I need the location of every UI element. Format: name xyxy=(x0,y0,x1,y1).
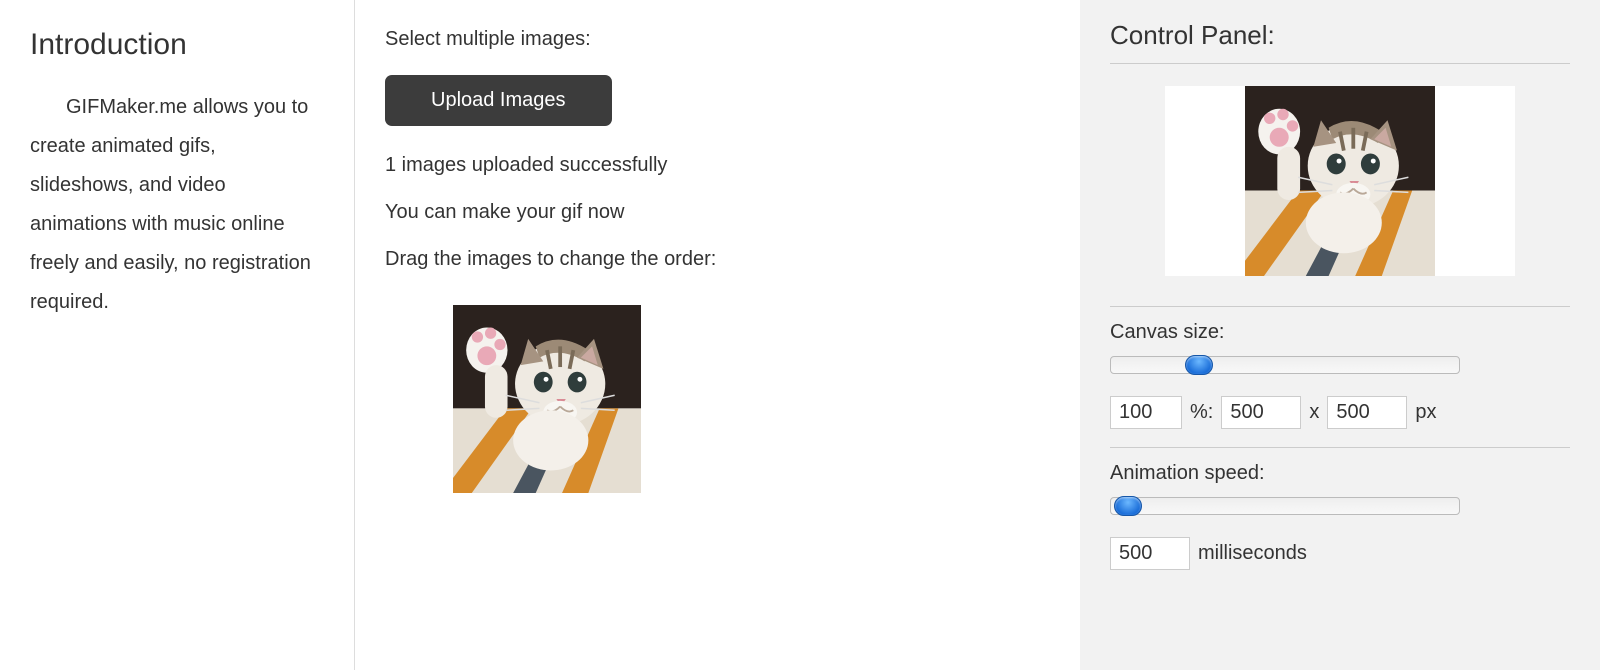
canvas-size-section: Canvas size: %: x px xyxy=(1110,306,1570,447)
drag-order-hint: Drag the images to change the order: xyxy=(385,248,1050,271)
cat-image-icon xyxy=(1245,86,1435,276)
preview-section xyxy=(1110,63,1570,306)
main-column: Select multiple images: Upload Images 1 … xyxy=(355,0,1080,670)
select-images-label: Select multiple images: xyxy=(385,28,1050,51)
make-gif-status: You can make your gif now xyxy=(385,201,1050,224)
canvas-width-input[interactable] xyxy=(1221,396,1301,429)
animation-speed-slider[interactable] xyxy=(1110,497,1460,515)
slider-knob[interactable] xyxy=(1185,355,1213,375)
canvas-size-slider[interactable] xyxy=(1110,356,1460,374)
control-panel: Control Panel: Canvas size: %: x px Anim… xyxy=(1080,0,1600,670)
upload-images-button[interactable]: Upload Images xyxy=(385,75,612,126)
intro-title: Introduction xyxy=(30,28,324,62)
preview-image xyxy=(1245,86,1435,276)
slider-knob[interactable] xyxy=(1114,496,1142,516)
control-panel-title: Control Panel: xyxy=(1110,20,1570,51)
intro-body: GIFMaker.me allows you to create animate… xyxy=(30,88,324,322)
upload-status: 1 images uploaded successfully xyxy=(385,154,1050,177)
ms-label: milliseconds xyxy=(1198,542,1307,565)
canvas-percent-input[interactable] xyxy=(1110,396,1182,429)
cat-image-icon xyxy=(453,305,641,493)
x-label: x xyxy=(1309,401,1319,424)
intro-column: Introduction GIFMaker.me allows you to c… xyxy=(0,0,355,670)
gif-preview-canvas xyxy=(1165,86,1515,276)
canvas-height-input[interactable] xyxy=(1327,396,1407,429)
animation-speed-input[interactable] xyxy=(1110,537,1190,570)
animation-speed-label: Animation speed: xyxy=(1110,462,1570,485)
image-thumbnails-area xyxy=(385,305,1050,493)
canvas-size-label: Canvas size: xyxy=(1110,321,1570,344)
uploaded-image-thumbnail[interactable] xyxy=(453,305,641,493)
px-label: px xyxy=(1415,401,1436,424)
percent-label: %: xyxy=(1190,401,1213,424)
animation-speed-section: Animation speed: milliseconds xyxy=(1110,447,1570,588)
